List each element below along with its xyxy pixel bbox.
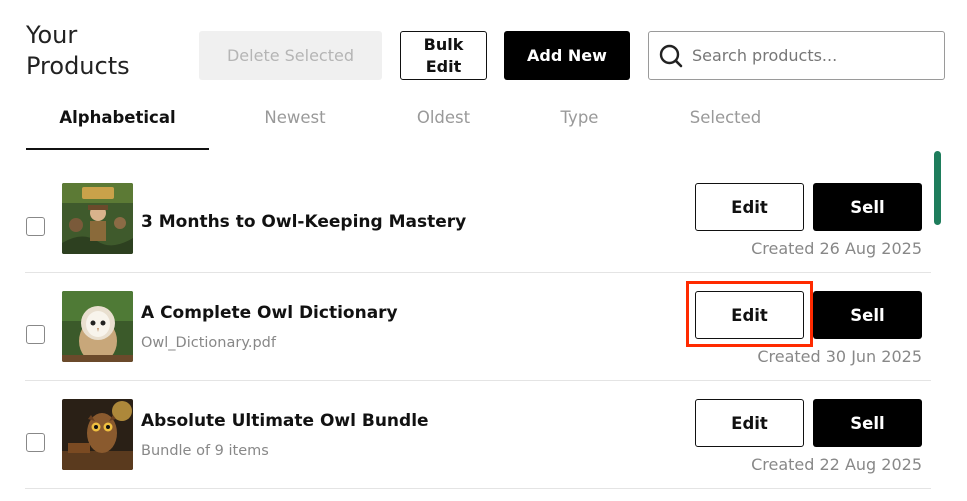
product-checkbox[interactable] <box>26 217 45 236</box>
product-checkbox[interactable] <box>26 433 45 452</box>
product-checkbox[interactable] <box>26 325 45 344</box>
search-box[interactable] <box>648 31 945 80</box>
tab-selected[interactable]: Selected <box>658 108 793 150</box>
tab-newest[interactable]: Newest <box>231 108 359 150</box>
created-date: Created 30 Jun 2025 <box>757 347 922 366</box>
add-new-button[interactable]: Add New <box>504 31 630 80</box>
search-input[interactable] <box>692 46 932 65</box>
product-list: 3 Months to Owl-Keeping Mastery Edit Sel… <box>25 165 931 489</box>
delete-selected-button[interactable]: Delete Selected <box>199 31 382 80</box>
page-title: Your Products <box>26 21 130 80</box>
sell-button[interactable]: Sell <box>813 399 922 447</box>
edit-button[interactable]: Edit <box>695 399 804 447</box>
tab-alphabetical[interactable]: Alphabetical <box>26 108 209 150</box>
product-title[interactable]: A Complete Owl Dictionary <box>141 303 398 323</box>
product-thumbnail <box>62 399 133 470</box>
created-date: Created 22 Aug 2025 <box>751 455 922 474</box>
search-icon <box>659 44 683 67</box>
tab-type[interactable]: Type <box>526 108 633 150</box>
product-title[interactable]: 3 Months to Owl-Keeping Mastery <box>141 212 466 232</box>
product-row: Absolute Ultimate Owl Bundle Bundle of 9… <box>25 381 931 489</box>
product-row: 3 Months to Owl-Keeping Mastery Edit Sel… <box>25 165 931 273</box>
product-thumbnail <box>62 183 133 254</box>
product-thumbnail <box>62 291 133 362</box>
edit-button[interactable]: Edit <box>695 183 804 231</box>
product-title[interactable]: Absolute Ultimate Owl Bundle <box>141 411 429 431</box>
sort-tabs: Alphabetical Newest Oldest Type Selected <box>26 108 806 150</box>
product-file-name: Owl_Dictionary.pdf <box>141 335 276 351</box>
bulk-edit-button[interactable]: Bulk Edit <box>400 31 487 80</box>
edit-button[interactable]: Edit <box>695 291 804 339</box>
product-bundle-info: Bundle of 9 items <box>141 443 269 459</box>
created-date: Created 26 Aug 2025 <box>751 239 922 258</box>
scrollbar-thumb[interactable] <box>934 151 941 225</box>
tab-oldest[interactable]: Oldest <box>381 108 506 150</box>
sell-button[interactable]: Sell <box>813 183 922 231</box>
sell-button[interactable]: Sell <box>813 291 922 339</box>
product-row: A Complete Owl Dictionary Owl_Dictionary… <box>25 273 931 381</box>
